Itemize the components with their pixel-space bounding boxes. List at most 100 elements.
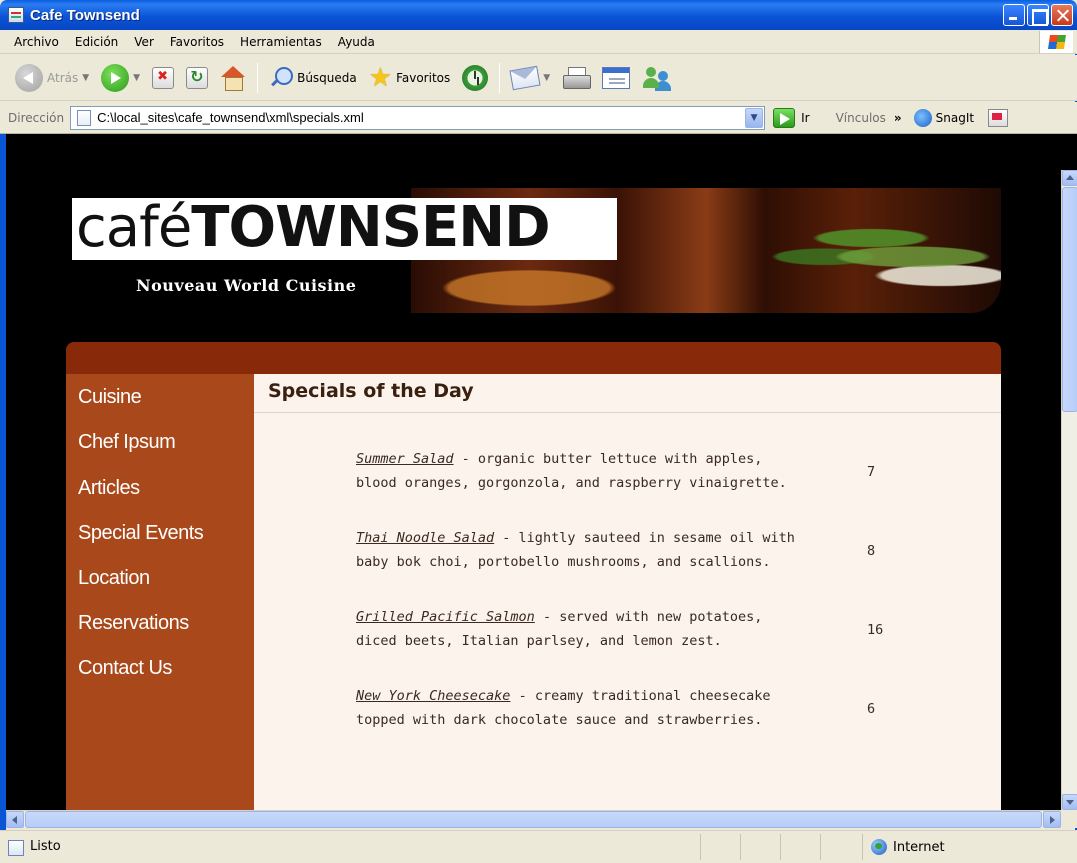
page-done-icon [8,840,24,856]
minimize-button[interactable] [1003,4,1025,26]
site-tagline: Nouveau World Cuisine [136,276,357,295]
favorites-label: Favoritos [396,70,451,85]
back-dropdown-icon[interactable]: ▼ [82,73,89,83]
search-label: Búsqueda [297,70,357,85]
menu-ver[interactable]: Ver [126,33,162,51]
site-logo: caféTOWNSEND [76,195,551,260]
page-title: Specials of the Day [268,380,474,402]
logo-cafe: café [76,195,192,260]
security-zone: Internet [862,834,1077,860]
site-banner: caféTOWNSEND Nouveau World Cuisine [66,188,1001,313]
status-bar: Listo Internet [0,830,1077,863]
special-name[interactable]: Grilled Pacific Salmon [356,609,535,625]
go-button[interactable]: Ir [773,107,810,128]
edit-page-icon [602,66,631,89]
nav-cuisine[interactable]: Cuisine [78,386,142,409]
nav-location[interactable]: Location [78,567,150,590]
scroll-up-arrow-icon[interactable] [1062,170,1077,186]
title-divider [254,412,1001,413]
nav-reservations[interactable]: Reservations [78,612,189,635]
special-name[interactable]: Summer Salad [356,451,454,467]
forward-dropdown-icon[interactable]: ▼ [133,73,140,83]
mail-button[interactable]: ▼ [508,60,553,96]
special-price: 7 [867,464,876,480]
address-label: Dirección [8,110,65,125]
standard-toolbar: Atrás ▼ ▼ Búsqueda ★ Favoritos ▼ [0,55,1077,101]
stop-icon [152,66,175,89]
page-top-strip [6,134,1077,170]
special-item: Summer Salad - organic butter lettuce wi… [356,447,806,495]
scroll-down-arrow-icon[interactable] [1062,794,1077,810]
maximize-button[interactable] [1027,4,1049,26]
scroll-right-arrow-icon[interactable] [1043,811,1061,828]
star-icon: ★ [368,62,393,93]
address-bar: Dirección C:\local_sites\cafe_townsend\x… [0,102,1077,134]
stop-button[interactable] [149,60,177,96]
snagit-icon [913,108,932,127]
mail-dropdown-icon[interactable]: ▼ [543,73,550,83]
links-label: Vínculos [835,110,886,125]
messenger-icon [642,65,672,91]
menu-archivo[interactable]: Archivo [6,33,67,51]
history-icon [462,64,489,91]
menu-herramientas[interactable]: Herramientas [232,33,330,51]
status-text: Listo [30,839,61,854]
chevron-right-icon[interactable]: » [894,111,902,125]
special-item: New York Cheesecake - creamy traditional… [356,684,806,732]
address-dropdown-icon[interactable]: ▼ [745,107,764,128]
globe-icon [871,839,887,855]
search-icon [269,66,294,90]
favorites-button[interactable]: ★ Favoritos [366,60,453,96]
messenger-button[interactable] [639,60,675,96]
vertical-scrollbar[interactable] [1061,170,1077,810]
address-input[interactable]: C:\local_sites\cafe_townsend\xml\special… [70,105,766,130]
home-button[interactable] [217,60,249,96]
print-button[interactable] [559,60,593,96]
nav-special-events[interactable]: Special Events [78,522,204,545]
back-button[interactable]: Atrás ▼ [12,60,92,96]
back-label: Atrás [47,70,79,85]
snagit-button[interactable]: SnagIt [913,108,974,127]
home-icon [220,65,246,91]
back-arrow-icon [15,63,43,92]
page-icon [77,109,92,126]
nav-contact-us[interactable]: Contact Us [78,657,172,680]
special-item: Thai Noodle Salad - lightly sauteed in s… [356,526,806,574]
logo-townsend: TOWNSEND [191,195,550,260]
refresh-icon [186,66,209,89]
history-button[interactable] [459,60,491,96]
menu-edicion[interactable]: Edición [67,33,126,51]
title-bar[interactable]: Cafe Townsend [0,0,1077,30]
main-content: Specials of the Day Summer Salad - organ… [254,374,1001,810]
vertical-scroll-thumb[interactable] [1062,187,1077,412]
special-price: 8 [867,543,876,559]
links-toolbar[interactable]: Vínculos » [836,111,902,125]
go-arrow-icon [773,107,796,128]
menu-favoritos[interactable]: Favoritos [162,33,232,51]
special-price: 16 [867,622,884,638]
address-url[interactable]: C:\local_sites\cafe_townsend\xml\special… [97,110,364,125]
nav-chef-ipsum[interactable]: Chef Ipsum [78,431,176,454]
special-name[interactable]: Thai Noodle Salad [356,530,494,546]
special-price: 6 [867,701,876,717]
toolbar-separator [257,62,259,93]
special-name[interactable]: New York Cheesecake [356,688,510,704]
nav-articles[interactable]: Articles [78,477,140,500]
refresh-button[interactable] [183,60,211,96]
page-viewport: caféTOWNSEND Nouveau World Cuisine Cuisi… [6,170,1061,810]
search-button[interactable]: Búsqueda [266,60,360,96]
printer-icon [562,66,592,89]
scroll-left-arrow-icon[interactable] [6,811,24,828]
zone-label: Internet [893,839,945,855]
forward-button[interactable]: ▼ [98,60,143,96]
horizontal-scrollbar[interactable] [6,810,1061,828]
edit-button[interactable] [599,60,633,96]
menu-ayuda[interactable]: Ayuda [330,33,383,51]
horizontal-scroll-thumb[interactable] [25,811,1042,828]
forward-arrow-icon [101,63,130,92]
content-header-bar [66,342,1001,374]
close-button[interactable] [1051,4,1073,26]
ie-page-icon [8,7,24,23]
snagit-capture-icon[interactable] [988,108,1009,127]
mail-icon [509,65,541,90]
